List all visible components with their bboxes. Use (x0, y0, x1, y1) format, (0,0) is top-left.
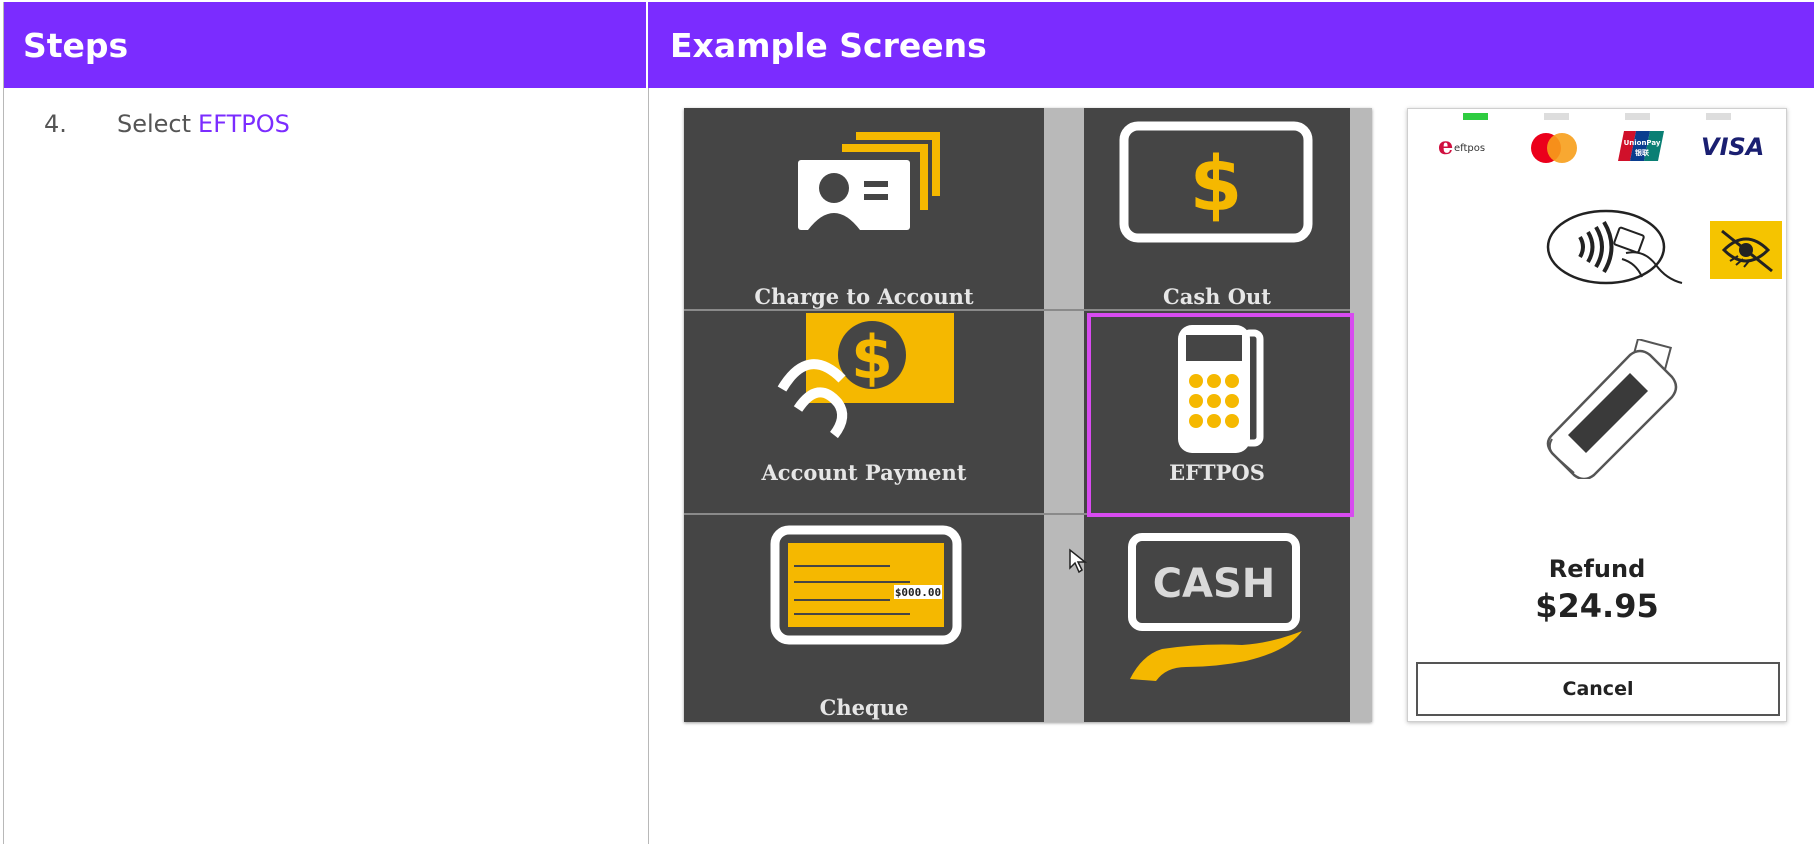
cheque-icon: $000.00 (770, 525, 962, 645)
selected-tile-highlight (1087, 313, 1354, 517)
tile-cash-out[interactable]: $ Cash Out (1084, 108, 1350, 309)
status-dot (1544, 113, 1569, 120)
eftpos-logo-icon: e eftpos (1438, 135, 1485, 159)
column-divider (648, 88, 649, 844)
step-item: 4. Select EFTPOS (44, 110, 290, 138)
tile-account-payment[interactable]: $ Account Payment (684, 311, 1044, 513)
unionpay-logo-text: UnionPay (1624, 139, 1661, 147)
card-terminal-screen: e eftpos UnionPay 银联 VISA Refund $24.95 … (1407, 108, 1787, 722)
cheque-amount: $000.00 (895, 586, 941, 599)
account-payment-icon: $ (777, 313, 954, 439)
cancel-button[interactable]: Cancel (1416, 662, 1780, 716)
cash-text: CASH (1153, 561, 1276, 607)
svg-text:$: $ (851, 323, 893, 393)
status-dot-active (1463, 113, 1488, 120)
tile-label: Cash Out (1163, 284, 1271, 309)
step-number: 4. (44, 110, 67, 138)
unionpay-logo-chinese: 银联 (1635, 148, 1650, 157)
tile-charge-to-account[interactable]: Charge to Account (684, 108, 1044, 309)
tile-label: Charge to Account (754, 284, 974, 309)
status-dot (1625, 113, 1650, 120)
refund-label: Refund (1548, 555, 1646, 583)
contactless-tap-icon (1546, 209, 1683, 285)
unionpay-logo-icon: UnionPay 银联 (1618, 131, 1664, 161)
pos-payment-screen: Charge to Account $ Cash Out $ Account P… (684, 108, 1372, 722)
mouse-cursor-icon (1069, 548, 1088, 574)
visa-logo-icon: VISA (1701, 133, 1764, 161)
mastercard-logo-icon (1531, 133, 1577, 163)
cash-hand-icon: CASH (1128, 533, 1302, 681)
status-dot (1706, 113, 1731, 120)
visa-logo-text: VISA (1701, 133, 1764, 161)
status-indicator (1408, 113, 1786, 121)
step-text: Select (117, 110, 192, 138)
tile-cheque[interactable]: $000.00 Cheque (684, 515, 1044, 722)
card-reader-device-icon (1546, 339, 1678, 479)
refund-amount: $24.95 (1535, 587, 1659, 625)
table-header-row: Steps Example Screens (4, 2, 1814, 88)
svg-text:$: $ (1190, 139, 1243, 228)
svg-text:e: e (1438, 135, 1453, 159)
example-screens-column-header: Example Screens (670, 25, 987, 65)
accessibility-eye-icon (1710, 221, 1782, 279)
eftpos-logo-text: eftpos (1454, 143, 1485, 154)
tile-label: Account Payment (761, 460, 967, 485)
dollar-note-icon: $ (1119, 121, 1313, 243)
tile-gap (1044, 108, 1084, 722)
charge-to-account-icon (798, 132, 940, 230)
eftpos-link[interactable]: EFTPOS (198, 110, 290, 138)
tile-label: Cheque (819, 695, 909, 720)
tile-cash[interactable]: CASH (1084, 515, 1350, 722)
steps-column-header: Steps (4, 2, 648, 88)
